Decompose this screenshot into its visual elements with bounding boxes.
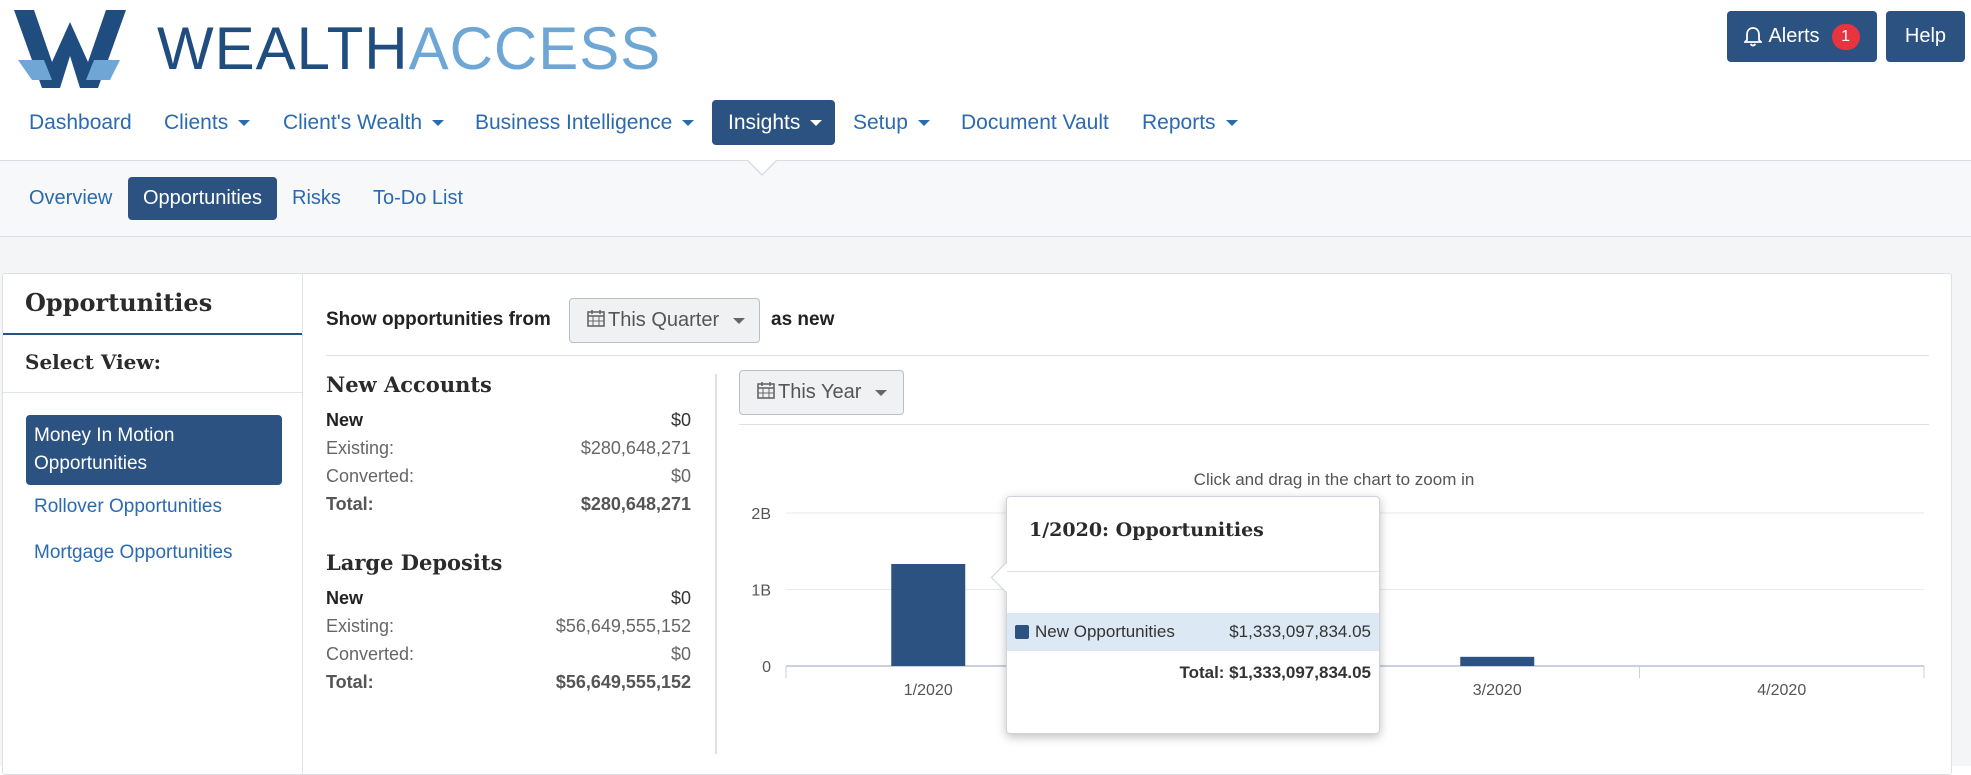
stat-value: $280,648,271 bbox=[580, 438, 691, 458]
sidebar: Opportunities Select View: Money In Moti… bbox=[3, 274, 303, 774]
stat-label: Total: bbox=[326, 494, 374, 514]
x-tick-label: 3/2020 bbox=[1473, 682, 1522, 699]
subnav-risks[interactable]: Risks bbox=[277, 177, 356, 220]
nav-document-vault[interactable]: Document Vault bbox=[945, 100, 1125, 145]
new-accounts-title: New Accounts bbox=[326, 372, 492, 397]
nav-clients[interactable]: Clients bbox=[148, 100, 266, 145]
stat-label: Existing: bbox=[326, 616, 395, 636]
period-dropdown[interactable]: This Quarter bbox=[569, 298, 760, 343]
nav-setup[interactable]: Setup bbox=[837, 100, 946, 145]
stat-value: $0 bbox=[670, 588, 691, 608]
brand-wealth: WEALTH bbox=[157, 15, 409, 82]
tooltip-series-name: New Opportunities bbox=[1035, 622, 1175, 641]
nav-clients-wealth[interactable]: Client's Wealth bbox=[267, 100, 460, 145]
stat-value: $0 bbox=[670, 644, 691, 664]
show-opportunities-label: Show opportunities from bbox=[326, 309, 551, 330]
stat-value: $56,649,555,152 bbox=[555, 616, 691, 636]
sub-nav: Overview Opportunities Risks To-Do List bbox=[0, 161, 1971, 237]
stats-summary: New Accounts New $0 Existing: $280,648,271… bbox=[326, 370, 691, 696]
tooltip-series-value: $1,333,097,834.05 bbox=[1229, 622, 1371, 641]
nav-business-intelligence[interactable]: Business Intelligence bbox=[459, 100, 710, 145]
nav-setup-label: Setup bbox=[853, 110, 908, 134]
large-deposits-new-row: New $0 bbox=[326, 584, 691, 612]
large-deposits-total-row: Total: $56,649,555,152 bbox=[326, 668, 691, 696]
alerts-count-badge: 1 bbox=[1831, 23, 1860, 50]
stat-label: Existing: bbox=[326, 438, 395, 458]
nav-insights-label: Insights bbox=[728, 110, 801, 134]
logo-w-icon bbox=[14, 10, 126, 88]
stat-label: Converted: bbox=[326, 644, 415, 664]
view-mortgage[interactable]: Mortgage Opportunities bbox=[26, 539, 282, 567]
subnav-overview[interactable]: Overview bbox=[14, 177, 127, 220]
chart-tooltip: 1/2020: Opportunities New Opportunities … bbox=[990, 496, 1380, 734]
as-new-label: as new bbox=[771, 309, 835, 330]
chevron-down-icon bbox=[432, 119, 445, 126]
nav-dashboard-label: Dashboard bbox=[29, 110, 132, 134]
nav-document-vault-label: Document Vault bbox=[961, 110, 1109, 134]
alerts-button[interactable]: Alerts 1 bbox=[1727, 11, 1877, 62]
new-accounts-total-row: Total: $280,648,271 bbox=[326, 490, 691, 518]
large-deposits-existing-row: Existing: $56,649,555,152 bbox=[326, 612, 691, 640]
filter-divider bbox=[326, 355, 1929, 356]
bar bbox=[1460, 656, 1535, 666]
nav-clients-label: Clients bbox=[164, 110, 229, 134]
logo[interactable] bbox=[14, 10, 126, 88]
nav-clients-wealth-label: Client's Wealth bbox=[283, 110, 423, 134]
stat-label: New bbox=[326, 588, 364, 608]
stat-label: Converted: bbox=[326, 466, 415, 486]
help-button[interactable]: Help bbox=[1886, 11, 1965, 62]
tooltip-total: Total: $1,333,097,834.05 bbox=[1179, 663, 1371, 682]
chevron-down-icon bbox=[917, 119, 930, 126]
opportunities-panel: Opportunities Select View: Money In Moti… bbox=[2, 273, 1952, 775]
chevron-down-icon bbox=[810, 119, 823, 126]
chevron-down-icon bbox=[1225, 119, 1238, 126]
series-swatch bbox=[1015, 625, 1029, 639]
subnav-todo-list[interactable]: To-Do List bbox=[358, 177, 478, 220]
brand-wordmark: WEALTHACCESS bbox=[157, 14, 661, 83]
bell-icon bbox=[1744, 26, 1763, 46]
stat-label: New bbox=[326, 410, 364, 430]
nav-reports[interactable]: Reports bbox=[1126, 100, 1254, 145]
tooltip-series-row: New Opportunities $1,333,097,834.05 bbox=[1007, 613, 1379, 651]
y-tick-label: 2B bbox=[751, 506, 771, 523]
sidebar-divider bbox=[3, 392, 302, 393]
nav-reports-label: Reports bbox=[1142, 110, 1216, 134]
main-nav: Dashboard Clients Client's Wealth Busine… bbox=[0, 100, 1971, 161]
tooltip-divider bbox=[1007, 571, 1379, 572]
new-accounts-new-row: New $0 bbox=[326, 406, 691, 434]
subnav-opportunities[interactable]: Opportunities bbox=[128, 177, 277, 220]
stat-label: Total: bbox=[326, 672, 374, 692]
y-tick-label: 0 bbox=[762, 659, 771, 676]
view-money-in-motion[interactable]: Money In Motion Opportunities bbox=[26, 415, 282, 485]
chevron-down-icon bbox=[733, 317, 746, 324]
chevron-down-icon bbox=[238, 119, 251, 126]
period-dropdown-value: This Quarter bbox=[608, 309, 720, 331]
new-accounts-converted-row: Converted: $0 bbox=[326, 462, 691, 490]
brand-access: ACCESS bbox=[408, 15, 662, 82]
large-deposits-title: Large Deposits bbox=[326, 550, 503, 575]
select-view-label: Select View: bbox=[25, 350, 161, 374]
view-rollover[interactable]: Rollover Opportunities bbox=[26, 493, 282, 521]
active-nav-pointer bbox=[748, 160, 776, 174]
stats-chart-divider bbox=[715, 374, 717, 754]
nav-business-intelligence-label: Business Intelligence bbox=[475, 110, 673, 134]
chevron-down-icon bbox=[682, 119, 695, 126]
tooltip-title: 1/2020: Opportunities bbox=[1029, 519, 1264, 541]
sidebar-title: Opportunities bbox=[25, 288, 213, 317]
large-deposits-converted-row: Converted: $0 bbox=[326, 640, 691, 668]
x-tick-label: 4/2020 bbox=[1757, 682, 1806, 699]
sidebar-title-underline bbox=[3, 333, 302, 335]
stat-value: $0 bbox=[670, 466, 691, 486]
nav-insights[interactable]: Insights bbox=[712, 100, 835, 145]
nav-dashboard[interactable]: Dashboard bbox=[13, 100, 148, 145]
new-accounts-existing-row: Existing: $280,648,271 bbox=[326, 434, 691, 462]
stat-value: $280,648,271 bbox=[580, 494, 691, 514]
stat-value: $0 bbox=[670, 410, 691, 430]
x-tick-label: 1/2020 bbox=[904, 682, 953, 699]
y-tick-label: 1B bbox=[751, 583, 771, 600]
calendar-icon bbox=[586, 308, 606, 334]
alerts-label: Alerts bbox=[1768, 25, 1820, 47]
stat-value: $56,649,555,152 bbox=[555, 672, 691, 692]
bar bbox=[891, 564, 966, 666]
